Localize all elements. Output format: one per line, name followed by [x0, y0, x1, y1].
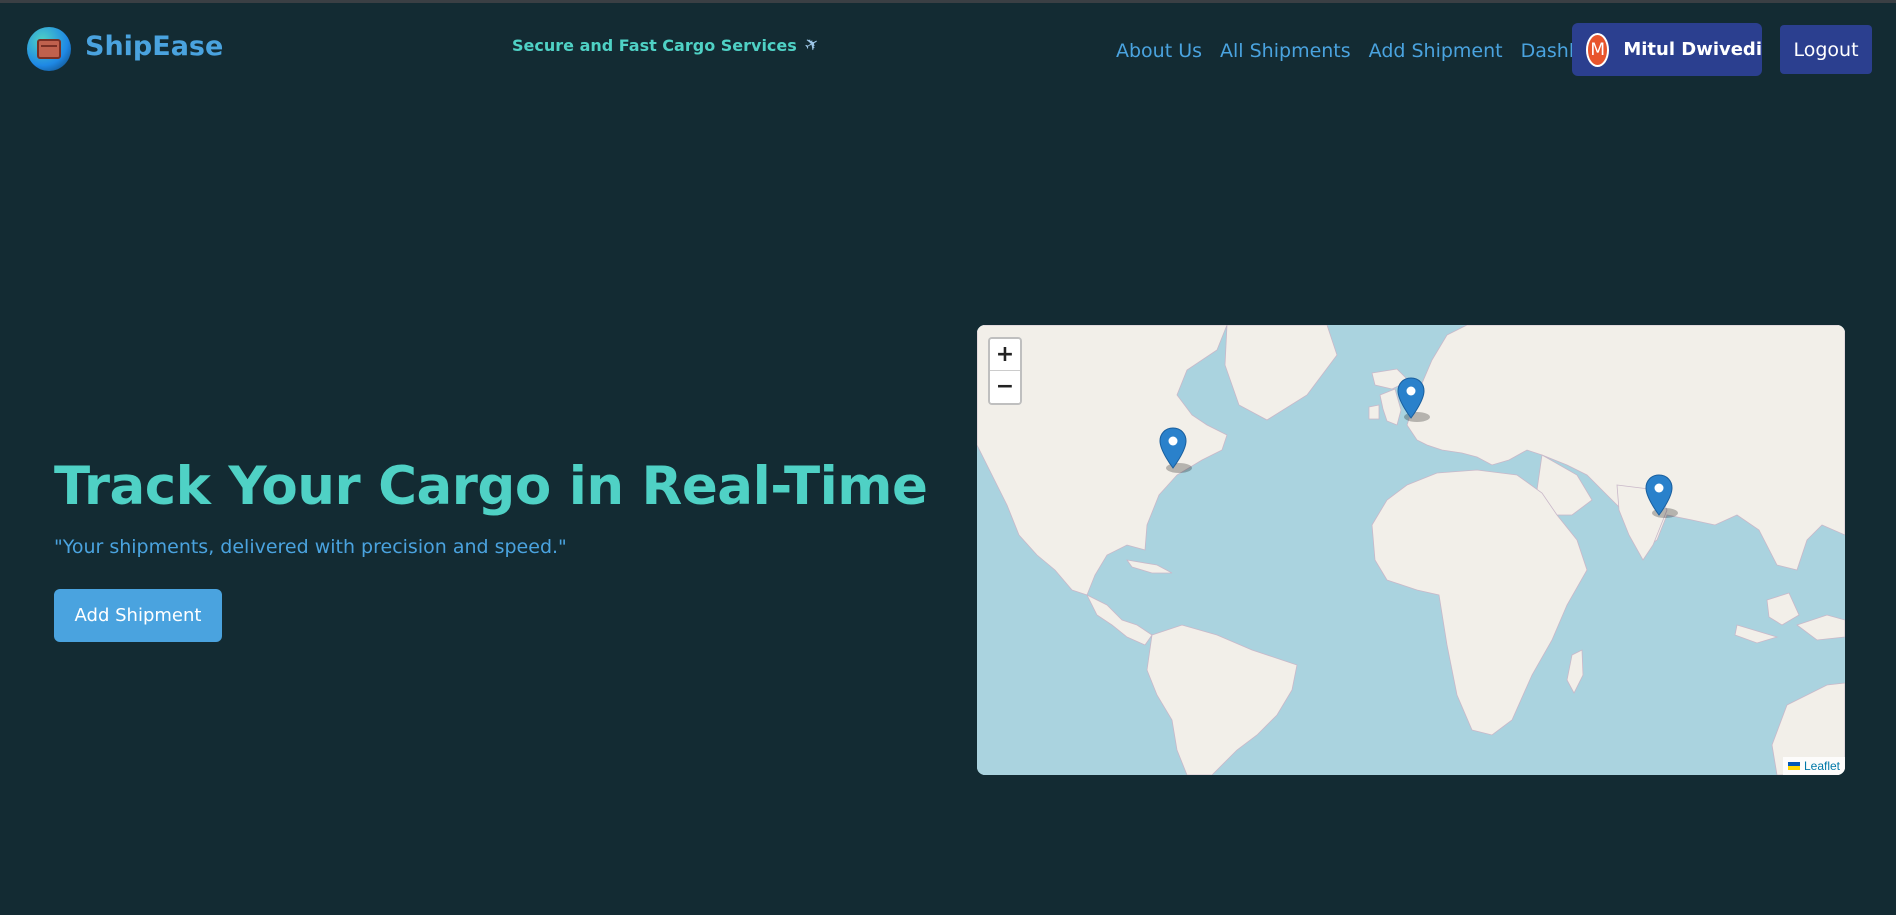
- nav-link-about-us[interactable]: About Us: [1116, 40, 1202, 62]
- airplane-icon: ✈: [800, 32, 824, 58]
- hero-subtitle: "Your shipments, delivered with precisio…: [54, 536, 567, 558]
- logout-button[interactable]: Logout: [1780, 25, 1872, 74]
- nav-link-all-shipments[interactable]: All Shipments: [1220, 40, 1351, 62]
- brand-name[interactable]: ShipEase: [85, 31, 223, 62]
- tagline: Secure and Fast Cargo Services ✈: [512, 33, 823, 57]
- map-marker-india-icon[interactable]: [1645, 474, 1673, 516]
- nav-link-add-shipment[interactable]: Add Shipment: [1369, 40, 1503, 62]
- navbar: ShipEase Secure and Fast Cargo Services …: [0, 3, 1896, 98]
- map-marker-london-icon[interactable]: [1397, 377, 1425, 419]
- hero-add-shipment-button[interactable]: Add Shipment: [54, 589, 222, 642]
- hero-title: Track Your Cargo in Real-Time: [54, 456, 928, 517]
- user-name: Mitul Dwivedi: [1623, 39, 1762, 60]
- logo-cargo-box-icon[interactable]: [27, 27, 71, 71]
- map-zoom-control: + −: [988, 337, 1022, 405]
- ukraine-flag-icon: [1787, 762, 1800, 770]
- avatar: M: [1586, 32, 1610, 67]
- leaflet-attribution-link[interactable]: Leaflet: [1804, 759, 1840, 773]
- nav-links: About Us All Shipments Add Shipment Dash…: [1116, 40, 1624, 62]
- map-attribution: Leaflet: [1782, 757, 1845, 775]
- user-profile-button[interactable]: M Mitul Dwivedi: [1572, 23, 1762, 76]
- zoom-in-button[interactable]: +: [990, 339, 1020, 371]
- map-marker-new-york-icon[interactable]: [1159, 427, 1187, 469]
- tagline-text: Secure and Fast Cargo Services: [512, 35, 797, 55]
- shipment-map[interactable]: + − Leaflet: [977, 325, 1845, 775]
- zoom-out-button[interactable]: −: [990, 371, 1020, 403]
